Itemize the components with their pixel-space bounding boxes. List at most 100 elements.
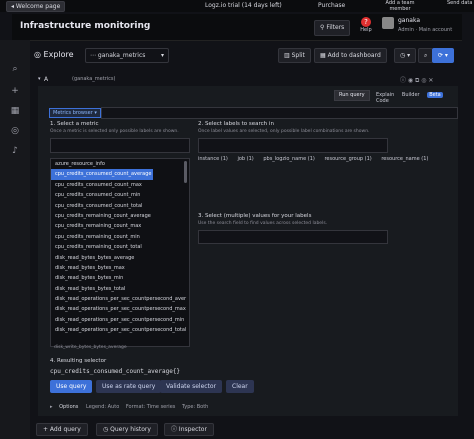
editor-mode-toggle: Explain Builder Beta Code: [376, 92, 458, 104]
label-chip[interactable]: instance (1): [198, 156, 228, 162]
explore-icon: ◎: [34, 50, 44, 59]
explore-label: Explore: [43, 50, 74, 59]
send-data-button[interactable]: Send data: [447, 0, 472, 6]
search-icon[interactable]: ⌕: [10, 64, 20, 74]
sidebar: ⌕ + ▦ ◎ ♪: [0, 40, 30, 439]
query-input[interactable]: [101, 107, 458, 119]
option-type: Type: Both: [181, 404, 209, 410]
metric-item[interactable]: azure_resource_info: [51, 159, 189, 169]
add-to-dashboard-label: Add to dashboard: [327, 52, 381, 59]
metric-search-input[interactable]: [50, 138, 190, 153]
label-search-input[interactable]: [198, 138, 388, 153]
resulting-selector: cpu_credits_consumed_count_average{}: [50, 368, 181, 375]
time-picker[interactable]: ◷ ▾: [394, 48, 417, 63]
metric-item[interactable]: cpu_credits_remaining_count_min: [51, 232, 189, 242]
query-datasource: (ganaka_metrics): [72, 76, 116, 82]
step3-title: 3. Select (multiple) values for your lab…: [198, 213, 312, 219]
metric-item[interactable]: cpu_credits_remaining_count_max: [51, 221, 189, 231]
metric-item[interactable]: disk_read_bytes_bytes_max: [51, 263, 189, 273]
metric-item[interactable]: disk_read_bytes_bytes_min: [51, 273, 189, 283]
query-actions[interactable]: ⓘ ◉ ⧉ ◎ ✕: [400, 75, 433, 85]
step2-title: 2. Select labels to search in: [198, 121, 274, 127]
metrics-browser-button[interactable]: Metrics browser ▾: [49, 108, 101, 118]
bottom-toolbar: + Add query ◷ Query history ⓘ Inspector: [30, 420, 474, 439]
label-chips: instance (1) job (1) pbs_logzio_name (1)…: [198, 156, 436, 162]
run-query-button[interactable]: Run query: [334, 90, 370, 101]
step4-title: 4. Resulting selector: [50, 358, 107, 364]
top-bar: ◂ Welcome page Logz.io trial (14 days le…: [0, 0, 474, 12]
query-history-label: Query history: [110, 426, 151, 433]
option-legend: Legend: Auto: [86, 404, 120, 410]
options-label: Options: [59, 404, 79, 410]
chevron-down-icon: ▾: [160, 52, 164, 59]
plus-icon[interactable]: +: [10, 86, 20, 96]
mode-builder[interactable]: Builder: [402, 92, 420, 98]
trial-label: Logz.io trial (14 days left): [205, 2, 282, 9]
metric-item[interactable]: disk_read_bytes_bytes_total: [51, 284, 189, 294]
welcome-page-button[interactable]: ◂ Welcome page: [6, 1, 66, 12]
filters-button[interactable]: ⚲ Filters: [314, 20, 351, 36]
help-icon: ?: [361, 17, 371, 27]
scrollbar[interactable]: [184, 161, 187, 183]
info-icon: ⓘ: [171, 426, 179, 433]
options-row[interactable]: ▸ Options Legend: Auto Format: Time seri…: [50, 404, 213, 410]
user-name: ganaka: [398, 17, 421, 24]
add-to-dashboard-button[interactable]: ▦ Add to dashboard: [314, 48, 387, 63]
avatar: [382, 17, 394, 29]
label-chip[interactable]: resource_group (1): [324, 156, 371, 162]
datasource-picker[interactable]: ⋯ ganaka_metrics ▾: [85, 48, 169, 63]
filters-label: Filters: [326, 24, 345, 31]
metric-item[interactable]: disk_read_operations_per_sec_countpersec…: [51, 304, 189, 314]
help-button[interactable]: ? Help: [356, 17, 376, 33]
metric-item[interactable]: disk_read_operations_per_sec_countpersec…: [51, 325, 189, 335]
page-title: Infrastructure monitoring: [20, 21, 151, 31]
query-editor: Run query Explain Builder Beta Code Metr…: [38, 86, 458, 416]
user-role: Admin · Main account: [398, 27, 453, 33]
metric-item[interactable]: disk_read_operations_per_sec_countpersec…: [51, 315, 189, 325]
inspector-button[interactable]: ⓘ Inspector: [164, 423, 214, 436]
metric-item[interactable]: disk_read_operations_per_sec_countpersec…: [51, 294, 189, 304]
clear-button[interactable]: Clear: [226, 380, 254, 393]
beta-badge: Beta: [427, 92, 443, 98]
label-chip[interactable]: resource_name (1): [381, 156, 428, 162]
label-chip[interactable]: pbs_logzio_name (1): [263, 156, 315, 162]
metric-item[interactable]: cpu_credits_consumed_count_min: [51, 190, 189, 200]
page-header: Infrastructure monitoring ⚲ Filters ? Hel…: [12, 14, 462, 41]
metric-item[interactable]: cpu_credits_consumed_count_average: [51, 169, 153, 180]
metric-item-partial: disk_write_bytes_bytes_average: [54, 345, 127, 350]
metric-list[interactable]: azure_resource_info cpu_credits_consumed_…: [50, 158, 190, 347]
query-history-button[interactable]: ◷ Query history: [96, 423, 158, 436]
label-chip[interactable]: job (1): [237, 156, 253, 162]
metric-item[interactable]: cpu_credits_consumed_count_total: [51, 201, 189, 211]
step1-subtitle: Once a metric is selected only possible …: [50, 129, 179, 134]
split-label: Split: [291, 52, 305, 59]
use-as-rate-query-button[interactable]: Use as rate query: [96, 380, 162, 393]
metric-item[interactable]: cpu_credits_consumed_count_max: [51, 180, 189, 190]
split-button[interactable]: ▥ Split: [278, 48, 311, 63]
chevron-right-icon: ▸: [50, 404, 53, 410]
step1-title: 1. Select a metric: [50, 121, 99, 127]
query-row-header: ▾ A (ganaka_metrics) ⓘ ◉ ⧉ ◎ ✕: [34, 74, 454, 84]
datasource-name: ganaka_metrics: [97, 52, 146, 59]
mode-code[interactable]: Code: [376, 98, 389, 104]
explore-title: ◎ Explore: [34, 50, 74, 59]
dashboards-icon[interactable]: ▦: [10, 106, 20, 116]
bell-icon[interactable]: ♪: [10, 146, 20, 156]
help-label: Help: [360, 27, 372, 33]
validate-selector-button[interactable]: Validate selector: [160, 380, 223, 393]
option-format: Format: Time series: [125, 404, 176, 410]
metric-item[interactable]: cpu_credits_remaining_count_total: [51, 242, 189, 252]
use-query-button[interactable]: Use query: [50, 380, 93, 393]
value-search-input[interactable]: [198, 230, 388, 244]
metric-item[interactable]: disk_read_bytes_bytes_average: [51, 253, 189, 263]
explore-toolbar: ◎ Explore ⋯ ganaka_metrics ▾ ▥ Split ▦ Ad…: [30, 44, 474, 66]
compass-icon[interactable]: ◎: [10, 126, 20, 136]
add-query-button[interactable]: + Add query: [36, 423, 88, 436]
collapse-icon[interactable]: ▾: [38, 76, 41, 82]
step3-subtitle: Use the search field to find values acro…: [198, 221, 328, 226]
metric-item[interactable]: cpu_credits_remaining_count_average: [51, 211, 189, 221]
purchase-button[interactable]: Purchase: [318, 1, 345, 10]
query-letter: A: [44, 76, 49, 83]
refresh-button[interactable]: ⟳ ▾: [432, 48, 454, 63]
add-team-member-button[interactable]: Add a team member: [380, 0, 420, 12]
